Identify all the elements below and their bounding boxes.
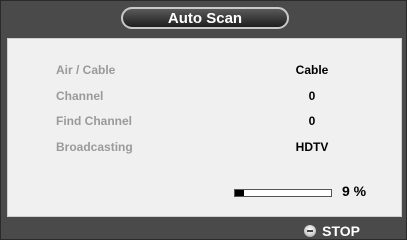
setting-row-channel: Channel 0 <box>56 89 401 105</box>
settings-panel: Air / Cable Cable Channel 0 Find Channel… <box>7 38 402 217</box>
setting-label-broadcasting: Broadcasting <box>56 140 133 154</box>
footer-bar: STOP <box>1 221 406 239</box>
stop-label: STOP <box>322 223 360 239</box>
setting-value-find-channel: 0 <box>308 114 316 128</box>
auto-scan-dialog: Auto Scan Air / Cable Cable Channel 0 Fi… <box>0 0 407 240</box>
stop-button-icon <box>304 225 317 237</box>
dialog-title: Auto Scan <box>121 7 289 29</box>
setting-row-broadcasting: Broadcasting HDTV <box>56 140 401 156</box>
progress-percent: 9 % <box>342 183 367 199</box>
setting-row-find-channel: Find Channel 0 <box>56 114 401 130</box>
setting-value-air-cable: Cable <box>295 63 329 77</box>
stop-button[interactable]: STOP <box>304 223 360 239</box>
setting-label-air-cable: Air / Cable <box>56 63 116 77</box>
setting-value-broadcasting: HDTV <box>295 140 329 154</box>
setting-value-channel: 0 <box>308 89 316 103</box>
progress-fill <box>235 190 244 196</box>
setting-label-find-channel: Find Channel <box>56 114 132 128</box>
progress-track <box>234 189 332 197</box>
setting-row-air-cable: Air / Cable Cable <box>56 63 401 79</box>
setting-label-channel: Channel <box>56 89 104 103</box>
